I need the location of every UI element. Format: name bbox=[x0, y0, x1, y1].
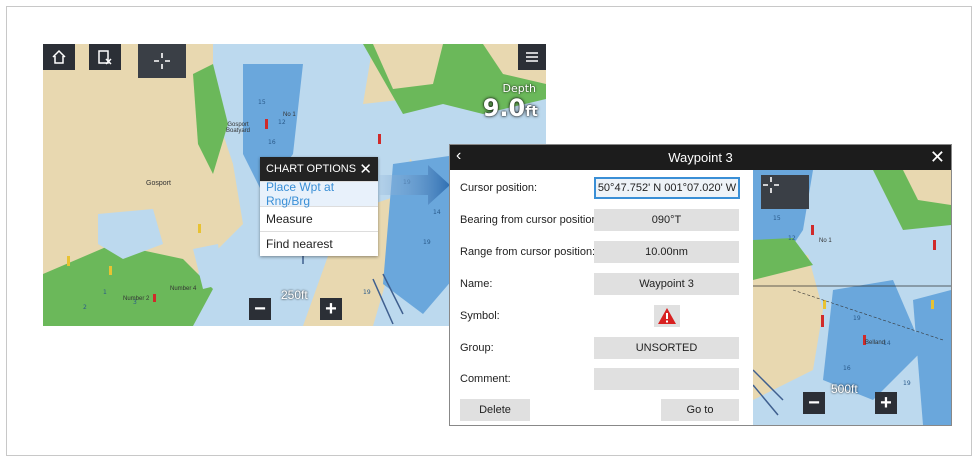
depth-value: 9.0 bbox=[482, 94, 526, 122]
close-icon[interactable]: ✕ bbox=[359, 160, 372, 178]
menu-button[interactable] bbox=[518, 44, 546, 70]
field-range: Range from cursor position: 10.00nm bbox=[460, 241, 745, 263]
depth-readout: 9.0ft bbox=[483, 94, 538, 122]
crosshair-icon bbox=[763, 177, 779, 193]
cursor-mode-button[interactable] bbox=[138, 44, 186, 78]
waypoint-button[interactable] bbox=[89, 44, 121, 70]
chart-options-menu: CHART OPTIONS ✕ Place Wpt at Rng/Brg Mea… bbox=[260, 157, 378, 256]
svg-text:14: 14 bbox=[433, 209, 441, 216]
depth-unit: ft bbox=[525, 104, 538, 120]
menu-item-find-nearest[interactable]: Find nearest bbox=[260, 231, 378, 256]
waypoint-flag-icon bbox=[98, 50, 112, 65]
menu-item-place-wpt[interactable]: Place Wpt at Rng/Brg bbox=[260, 180, 378, 208]
zoom-in-button[interactable]: + bbox=[320, 298, 342, 320]
preview-cursor-button[interactable] bbox=[761, 175, 809, 209]
chart-options-header: CHART OPTIONS ✕ bbox=[260, 157, 378, 181]
field-cursor-position: Cursor position: 50°47.752' N 001°07.020… bbox=[460, 177, 745, 199]
range-field[interactable]: 10.00nm bbox=[594, 241, 739, 263]
field-bearing: Bearing from cursor position: 090°T bbox=[460, 209, 745, 231]
place-gosport-boatyard: Gosport Boatyard bbox=[225, 122, 250, 134]
warning-triangle-icon bbox=[658, 308, 676, 324]
field-label: Symbol: bbox=[460, 310, 500, 322]
back-icon[interactable]: ‹ bbox=[456, 147, 461, 165]
field-label: Cursor position: bbox=[460, 182, 538, 194]
zoom-out-button[interactable]: − bbox=[803, 392, 825, 414]
chart-options-title: CHART OPTIONS bbox=[266, 163, 357, 175]
comment-field[interactable] bbox=[594, 368, 739, 390]
place-number4: Number 4 bbox=[170, 286, 197, 292]
svg-text:2: 2 bbox=[83, 304, 87, 311]
waypoint-preview-map[interactable]: 15 12 19 14 16 19 No 1 Belland − 500ft + bbox=[753, 170, 951, 425]
svg-text:15: 15 bbox=[258, 99, 266, 106]
waypoint-dialog: ‹ Waypoint 3 ✕ Cursor position: 50°47.75… bbox=[449, 144, 952, 426]
svg-text:16: 16 bbox=[843, 365, 851, 372]
place-belland: Belland bbox=[865, 340, 886, 346]
place-number2: Number 2 bbox=[123, 296, 150, 302]
menu-item-measure[interactable]: Measure bbox=[260, 206, 378, 231]
home-button[interactable] bbox=[43, 44, 75, 70]
place-no1: No 1 bbox=[283, 112, 296, 118]
place-gosport: Gosport bbox=[146, 180, 171, 187]
svg-text:19: 19 bbox=[903, 380, 911, 387]
close-icon[interactable]: ✕ bbox=[930, 147, 945, 168]
dialog-header: ‹ Waypoint 3 ✕ bbox=[450, 145, 951, 170]
field-label: Bearing from cursor position: bbox=[460, 214, 601, 226]
menu-icon bbox=[526, 52, 538, 62]
field-comment: Comment: bbox=[460, 368, 745, 390]
dialog-title: Waypoint 3 bbox=[668, 150, 733, 165]
svg-text:12: 12 bbox=[278, 119, 286, 126]
field-label: Name: bbox=[460, 278, 493, 290]
transition-arrow-icon bbox=[378, 165, 450, 205]
bearing-field[interactable]: 090°T bbox=[594, 209, 739, 231]
home-icon bbox=[52, 49, 66, 64]
crosshair-icon bbox=[154, 53, 170, 69]
svg-text:19: 19 bbox=[853, 315, 861, 322]
goto-button[interactable]: Go to bbox=[661, 399, 739, 421]
svg-text:12: 12 bbox=[788, 235, 796, 242]
delete-button[interactable]: Delete bbox=[460, 399, 530, 421]
svg-text:15: 15 bbox=[773, 215, 781, 222]
symbol-picker[interactable] bbox=[654, 305, 680, 327]
field-name: Name: Waypoint 3 bbox=[460, 273, 745, 295]
svg-text:16: 16 bbox=[268, 139, 276, 146]
cursor-position-field[interactable]: 50°47.752' N 001°07.020' W bbox=[594, 177, 740, 199]
field-label: Range from cursor position: bbox=[460, 246, 596, 258]
waypoint-form: Cursor position: 50°47.752' N 001°07.020… bbox=[450, 170, 750, 427]
zoom-out-button[interactable]: − bbox=[249, 298, 271, 320]
place-no1: No 1 bbox=[819, 238, 832, 244]
svg-text:1: 1 bbox=[103, 289, 107, 296]
field-symbol: Symbol: bbox=[460, 305, 745, 327]
svg-text:19: 19 bbox=[363, 289, 371, 296]
field-group: Group: UNSORTED bbox=[460, 337, 745, 359]
scale-label: 500ft bbox=[831, 382, 858, 396]
group-field[interactable]: UNSORTED bbox=[594, 337, 739, 359]
field-label: Comment: bbox=[460, 373, 511, 385]
field-label: Group: bbox=[460, 342, 494, 354]
svg-text:19: 19 bbox=[423, 239, 431, 246]
zoom-in-button[interactable]: + bbox=[875, 392, 897, 414]
scale-label: 250ft bbox=[281, 288, 308, 302]
name-field[interactable]: Waypoint 3 bbox=[594, 273, 739, 295]
